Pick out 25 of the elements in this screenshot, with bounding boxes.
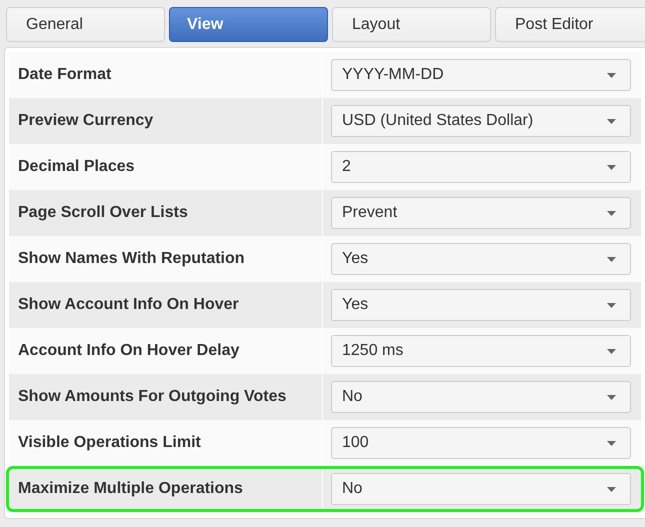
dropdown[interactable]: 100: [331, 427, 631, 459]
dropdown[interactable]: 1250 ms: [331, 335, 631, 367]
caret-icon: [607, 302, 616, 308]
caret-icon: [607, 256, 616, 262]
caret-icon: [607, 118, 616, 124]
dropdown[interactable]: No: [331, 381, 631, 413]
dropdown[interactable]: Yes: [331, 243, 631, 275]
dropdown[interactable]: 2: [331, 151, 631, 183]
caret-icon: [607, 210, 616, 216]
tab[interactable]: Layout: [332, 7, 491, 42]
setting-label: Maximize Multiple Operations: [9, 469, 323, 509]
caret-icon: [607, 348, 616, 354]
dropdown[interactable]: USD (United States Dollar): [331, 105, 631, 137]
caret-icon: [607, 440, 616, 446]
tab[interactable]: View: [169, 7, 328, 42]
caret-icon: [607, 72, 616, 78]
dropdown[interactable]: YYYY-MM-DD: [331, 59, 631, 91]
tab[interactable]: Post Editor: [495, 7, 645, 42]
caret-icon: [607, 486, 616, 492]
dropdown[interactable]: Yes: [331, 289, 631, 321]
tab[interactable]: General: [6, 7, 165, 42]
caret-icon: [607, 394, 616, 400]
dropdown[interactable]: Prevent: [331, 197, 631, 229]
dropdown[interactable]: No: [331, 473, 631, 505]
caret-icon: [607, 164, 616, 170]
